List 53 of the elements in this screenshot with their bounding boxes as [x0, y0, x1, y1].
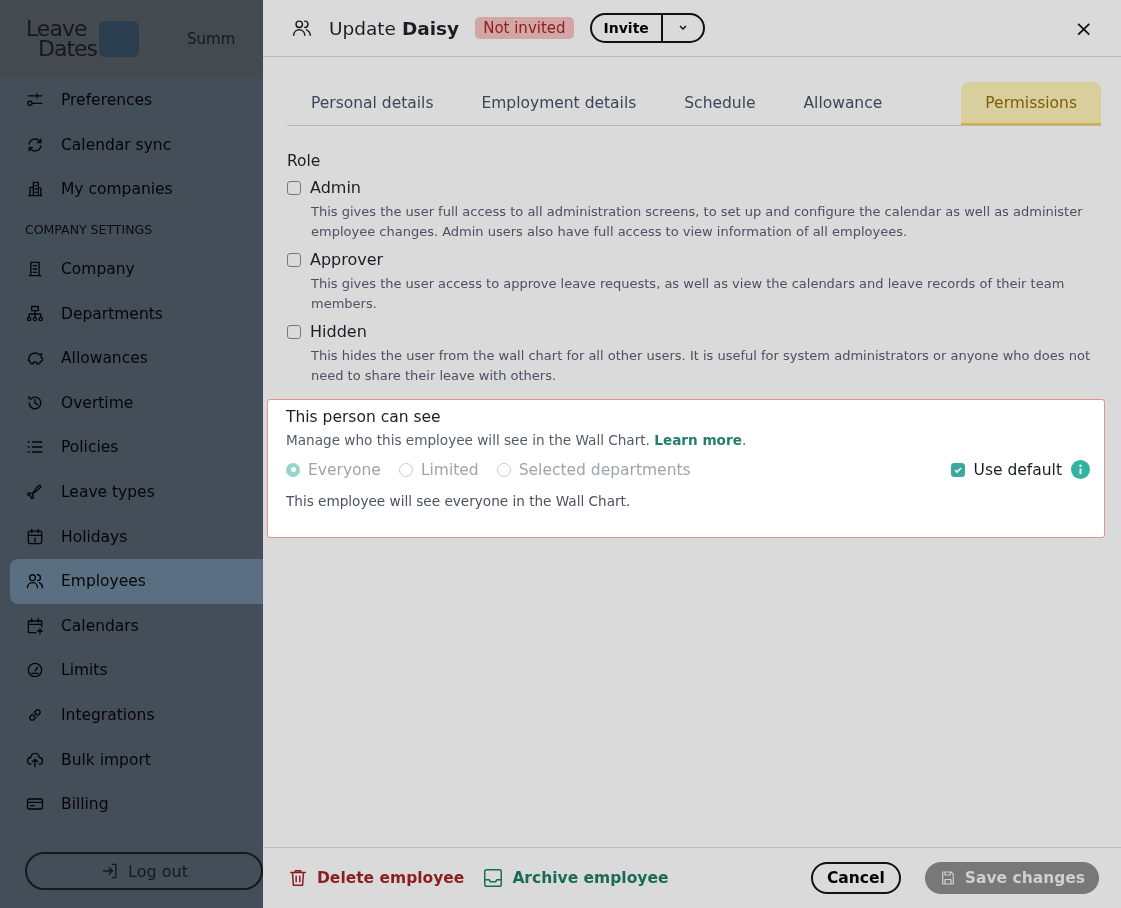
tab[interactable]: Allowance: [779, 82, 907, 125]
status-badge: Not invited: [475, 17, 574, 39]
checkbox-label: Use default: [973, 460, 1062, 479]
redaction-mark: [99, 21, 140, 57]
sidebar-item[interactable]: Departments: [10, 291, 263, 336]
calendar-plus-icon: [25, 615, 45, 636]
panel-title: This person can see: [286, 408, 442, 426]
check-icon: [952, 464, 963, 475]
checkbox-label: Hidden: [310, 322, 367, 341]
panel-description: Manage who this employee will see in the Wall Chart. Learn more.: [286, 432, 748, 448]
sidebar-item[interactable]: Calendar sync: [10, 122, 263, 168]
org-chart-icon: [25, 303, 45, 324]
close-button[interactable]: ×: [1070, 15, 1097, 41]
cancel-button[interactable]: Cancel: [810, 862, 901, 894]
sidebar-item[interactable]: Allowances: [10, 335, 263, 381]
visibility-note: This employee will see everyone in the Wall Chart.: [286, 493, 632, 509]
archive-button[interactable]: Archive employee: [482, 867, 669, 889]
sidebar-item[interactable]: Leave types: [10, 469, 263, 515]
sidebar-item[interactable]: Calendars: [10, 603, 263, 649]
sidebar-item[interactable]: My companies: [10, 167, 263, 212]
delete-button[interactable]: Delete employee: [287, 867, 465, 889]
sidebar-item[interactable]: Limits: [10, 648, 263, 693]
trash-icon: [287, 867, 309, 889]
sidebar-item[interactable]: Preferences: [10, 78, 263, 123]
tab[interactable]: Schedule: [660, 82, 780, 125]
caret-icon: [677, 25, 688, 31]
checkbox-label: Approver: [310, 250, 384, 269]
checkbox[interactable]: [287, 180, 301, 195]
sidebar-item[interactable]: Bulk import: [10, 737, 263, 782]
people-icon: [291, 17, 313, 39]
tab[interactable]: Personal details: [287, 82, 458, 125]
checkbox[interactable]: [287, 324, 301, 339]
calendar-icon: [25, 526, 45, 547]
sidebar-item[interactable]: Integrations: [10, 692, 263, 738]
tray-icon: [482, 867, 505, 889]
sidebar-item[interactable]: Company: [10, 246, 263, 292]
role-description: This gives the user access to approve leave requests, as well as view the calendars and leave records of their team members.: [311, 275, 1066, 313]
tab[interactable]: Permissions: [961, 82, 1101, 125]
role-description: This hides the user from the wall chart for all other users. It is useful for system administrators or anyone who does not need to share their leave with others.: [311, 347, 1091, 385]
role-description: This gives the user full access to all administration screens, to set up and configure the calendar as well as administer employee changes. Admin users also have full access to view information of all employees.: [311, 203, 1084, 241]
sidebar-item[interactable]: Overtime: [10, 380, 263, 426]
sidebar-item[interactable]: Employees: [10, 558, 263, 604]
sidebar-item[interactable]: Policies: [10, 425, 263, 470]
checkbox[interactable]: [287, 252, 301, 267]
tab[interactable]: Employment details: [457, 82, 661, 125]
sidebar-item[interactable]: Holidays: [10, 514, 263, 559]
section-heading: COMPANY SETTINGS: [24, 220, 154, 239]
info-icon[interactable]: [1071, 460, 1090, 479]
logout-button[interactable]: Log out: [25, 852, 263, 890]
section-heading: Role: [287, 152, 322, 170]
checkbox-label: Admin: [310, 178, 361, 197]
modal-title: Update Daisy: [329, 17, 460, 39]
sidebar-item[interactable]: Billing: [10, 781, 263, 827]
